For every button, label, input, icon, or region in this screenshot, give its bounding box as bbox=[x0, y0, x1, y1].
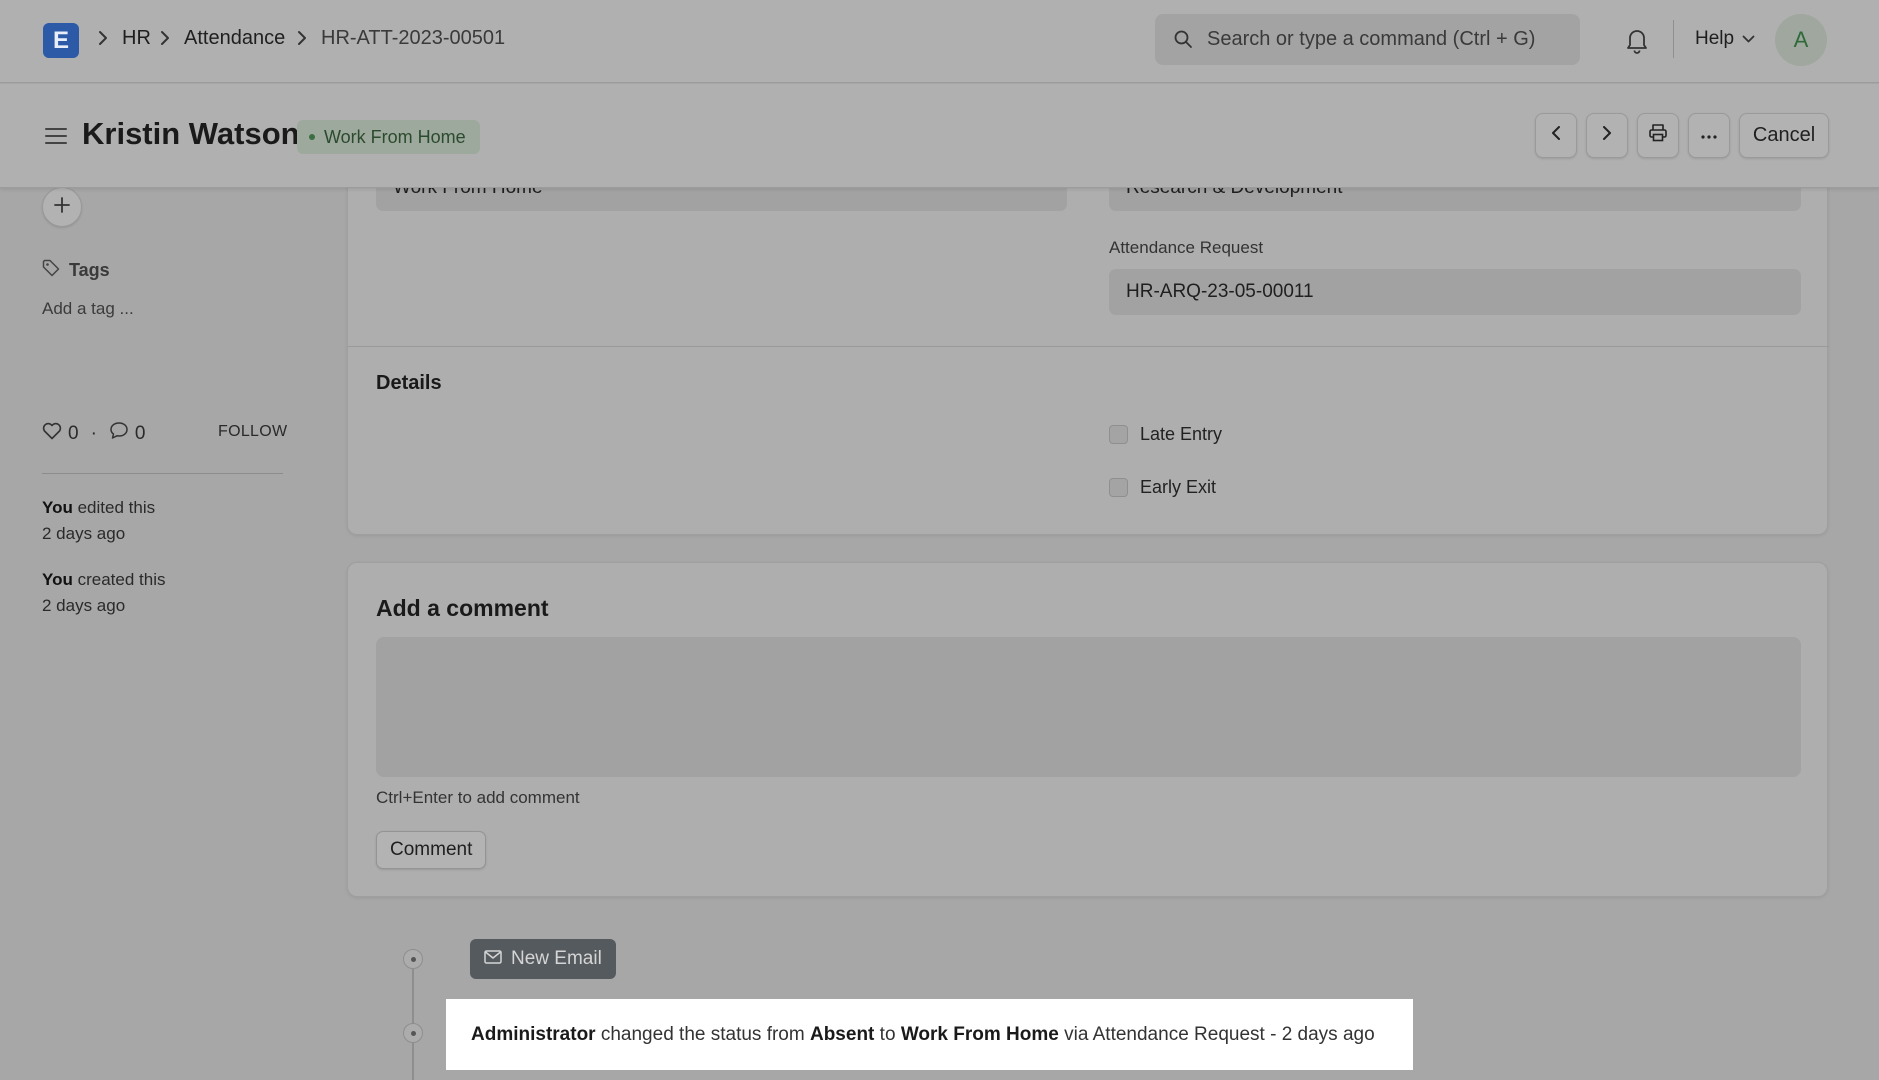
separator-dot: · bbox=[90, 422, 97, 444]
more-horizontal-icon bbox=[1700, 127, 1718, 145]
plus-icon bbox=[54, 196, 70, 218]
follow-button[interactable]: FOLLOW bbox=[218, 423, 287, 441]
likes-count: 0 bbox=[68, 422, 79, 444]
breadcrumb-attendance[interactable]: Attendance bbox=[184, 27, 285, 50]
late-entry-checkbox[interactable]: Late Entry bbox=[1109, 424, 1222, 445]
late-entry-label: Late Entry bbox=[1140, 424, 1223, 444]
activity-action: created this bbox=[77, 570, 166, 589]
timeline-from-status: Absent bbox=[809, 1023, 875, 1045]
comment-input[interactable] bbox=[376, 637, 1801, 777]
activity-item-edited: You edited this 2 days ago bbox=[42, 495, 155, 547]
previous-record-button[interactable] bbox=[1535, 113, 1577, 158]
comment-button[interactable]: Comment bbox=[376, 831, 487, 869]
add-tag-link[interactable]: Add a tag ... bbox=[42, 299, 134, 319]
breadcrumb-document[interactable]: HR-ATT-2023-00501 bbox=[321, 27, 505, 50]
attendance-request-label: Attendance Request bbox=[1109, 238, 1264, 257]
top-navbar: E HR Attendance HR-ATT-2023-00501 Search… bbox=[0, 0, 1879, 83]
activity-time: 2 days ago bbox=[42, 596, 126, 615]
navbar-divider bbox=[1673, 20, 1674, 58]
activity-actor: You bbox=[42, 498, 73, 517]
notification-bell-icon[interactable] bbox=[1624, 26, 1650, 59]
print-button[interactable] bbox=[1637, 113, 1679, 158]
attendance-request-value: HR-ARQ-23-05-00011 bbox=[1126, 281, 1314, 302]
early-exit-checkbox[interactable]: Early Exit bbox=[1109, 477, 1216, 498]
sidebar-toggle-icon[interactable] bbox=[44, 126, 68, 151]
chevron-right-icon bbox=[1602, 125, 1612, 146]
timeline-text: to bbox=[879, 1023, 896, 1045]
sidebar-divider bbox=[42, 473, 283, 474]
checkbox-box[interactable] bbox=[1109, 425, 1128, 444]
add-attachment-button[interactable] bbox=[42, 187, 82, 227]
attendance-request-field[interactable]: HR-ARQ-23-05-00011 bbox=[1109, 269, 1801, 315]
engagement-counts: 0 · 0 bbox=[42, 421, 145, 446]
search-icon bbox=[1173, 29, 1193, 54]
timeline-dot bbox=[403, 1023, 423, 1043]
chevron-left-icon bbox=[1551, 125, 1561, 146]
status-text: Work From Home bbox=[324, 126, 466, 147]
form-card: Work From Home Research & Development At… bbox=[347, 150, 1829, 535]
mail-icon bbox=[484, 948, 502, 970]
timeline-dot bbox=[403, 949, 423, 969]
timeline-text: via Attendance Request - 2 days ago bbox=[1064, 1023, 1375, 1045]
chevron-down-icon bbox=[1742, 28, 1755, 50]
page-title: Kristin Watson bbox=[82, 116, 300, 151]
chevron-right-icon bbox=[297, 30, 307, 46]
cancel-button[interactable]: Cancel bbox=[1739, 113, 1829, 158]
search-placeholder: Search or type a command (Ctrl + G) bbox=[1207, 28, 1536, 50]
timeline-to-status: Work From Home bbox=[900, 1023, 1059, 1045]
checkbox-box[interactable] bbox=[1109, 478, 1128, 497]
more-actions-button[interactable] bbox=[1688, 113, 1730, 158]
activity-item-created: You created this 2 days ago bbox=[42, 567, 165, 619]
breadcrumb-hr[interactable]: HR bbox=[122, 27, 151, 50]
timeline-actor: Administrator bbox=[471, 1023, 596, 1045]
comment-card: Add a comment Ctrl+Enter to add comment … bbox=[347, 562, 1828, 897]
chevron-right-icon bbox=[160, 30, 170, 46]
comments-count: 0 bbox=[134, 422, 146, 444]
new-email-label: New Email bbox=[511, 948, 602, 969]
tags-heading: Tags bbox=[42, 259, 110, 282]
printer-icon bbox=[1648, 123, 1668, 148]
early-exit-label: Early Exit bbox=[1140, 477, 1217, 497]
chevron-right-icon bbox=[98, 30, 108, 46]
help-label: Help bbox=[1695, 28, 1735, 49]
activity-actor: You bbox=[42, 570, 73, 589]
timeline-line bbox=[412, 950, 414, 1080]
heart-icon[interactable] bbox=[42, 422, 62, 446]
page-header: Kristin Watson Work From Home Cancel bbox=[0, 84, 1879, 188]
status-badge: Work From Home bbox=[297, 120, 480, 154]
next-record-button[interactable] bbox=[1586, 113, 1628, 158]
app-logo[interactable]: E bbox=[43, 23, 79, 58]
timeline-text: changed the status from bbox=[600, 1023, 805, 1045]
search-bar[interactable]: Search or type a command (Ctrl + G) bbox=[1155, 14, 1580, 65]
comment-hint: Ctrl+Enter to add comment bbox=[376, 788, 580, 807]
new-email-button[interactable]: New Email bbox=[470, 939, 616, 979]
user-avatar[interactable]: A bbox=[1775, 14, 1827, 66]
activity-time: 2 days ago bbox=[42, 524, 126, 543]
section-divider bbox=[348, 346, 1829, 347]
timeline-entry: Administrator changed the status from Ab… bbox=[446, 999, 1413, 1070]
status-dot-icon bbox=[309, 134, 315, 140]
add-comment-title: Add a comment bbox=[376, 595, 549, 621]
details-section-title: Details bbox=[376, 372, 442, 394]
comment-icon bbox=[109, 421, 129, 446]
tag-icon bbox=[42, 259, 60, 282]
tags-label: Tags bbox=[69, 260, 110, 280]
help-dropdown[interactable]: Help bbox=[1695, 28, 1755, 50]
activity-action: edited this bbox=[77, 498, 156, 517]
